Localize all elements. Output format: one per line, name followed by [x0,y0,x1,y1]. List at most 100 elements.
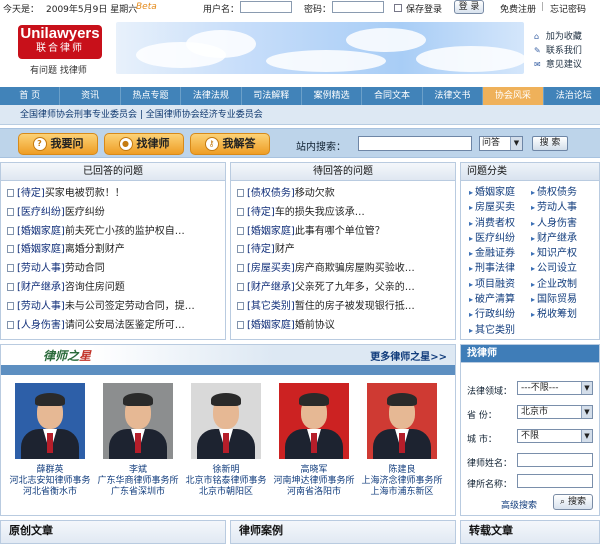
nav-contracts[interactable]: 合同文本 [362,87,423,105]
answer-button[interactable]: ⚷ 我解答 [190,133,270,155]
list-item[interactable]: [财产继承]咨询住房问题 [7,279,225,298]
advanced-search-link[interactable]: 高级搜索 [501,498,537,511]
original-articles-header[interactable]: 原创文章 [0,520,226,544]
doc-icon [7,264,14,273]
list-item[interactable]: [婚姻家庭]此事有哪个单位管？ [237,223,455,242]
subnav-link-criminal[interactable]: 全国律师协会刑事专业委员会 [20,110,137,120]
remember-checkbox[interactable] [394,4,402,12]
nav-laws[interactable]: 法律法规 [181,87,242,105]
remember-label: 保存登录 [406,5,443,15]
stars-header: 律师之星 更多律师之星>> [1,345,455,365]
firm-name-input[interactable] [517,474,593,488]
list-item[interactable]: [债权债务]移动欠款 [237,185,455,204]
field-label-name: 律师姓名： [467,459,513,469]
search-type-select[interactable]: 问答 ▼ [479,136,523,151]
forgot-password-link[interactable]: 忘记密码 [550,2,586,15]
law-area-select[interactable]: ---不限--- ▼ [517,381,593,395]
nav-home[interactable]: 首 页 [0,87,61,105]
nav-news[interactable]: 资讯 [60,87,121,105]
category-item[interactable]: ▸ 公司设立 [531,261,593,276]
category-item[interactable]: ▸ 刑事法律 [469,261,531,276]
list-item[interactable]: [待定]财产 [237,241,455,260]
field-label-city: 城 市： [467,435,497,445]
category-item[interactable]: ▸ 金融证券 [469,246,531,261]
quick-link-contact[interactable]: ✎ 联系我们 [534,44,582,58]
ask-button[interactable]: ? 我要问 [18,133,98,155]
subnav-link-economic[interactable]: 全国律师协会经济专业委员会 [146,110,263,120]
doc-icon [7,320,14,329]
current-date: 2009年5月9日 星期六 [46,5,138,15]
nav-judicial[interactable]: 司法解释 [242,87,302,105]
reprint-articles-header[interactable]: 转载文章 [460,520,600,544]
nav-cases[interactable]: 案例精选 [302,87,363,105]
lawyer-name-input[interactable] [517,453,593,467]
list-item[interactable]: [房屋买卖]房产商欺骗房屋购买验收… [237,260,455,279]
find-search-button[interactable]: ⌕ 搜索 [553,494,593,510]
list-item[interactable]: [待定]车的损失我应该承… [237,204,455,223]
logo-chinese: 联合律师 [36,43,84,54]
quick-link-feedback[interactable]: ✉ 意见建议 [534,58,582,72]
nav-documents[interactable]: 法律文书 [423,87,484,105]
list-item[interactable]: [劳动人事]未与公司签定劳动合同，提… [7,298,225,317]
lawyer-cases-header[interactable]: 律师案例 [230,520,456,544]
lawyer-photo [279,383,349,459]
list-item[interactable]: [医疗纠纷]医疗纠纷 [7,204,225,223]
password-input[interactable] [332,1,384,13]
list-item[interactable]: [待定]买家电被罚款！！ [7,185,225,204]
category-item[interactable]: ▸ 行政纠纷 [469,307,531,322]
category-item[interactable]: ▸ 国际贸易 [531,292,593,307]
lawyer-city: 河南省洛阳市 [286,487,341,497]
category-item[interactable]: ▸ 项目融资 [469,277,531,292]
category-item[interactable]: ▸ 消费者权 [469,216,531,231]
pending-questions-panel: 待回答的问题 [债权债务]移动欠款 [待定]车的损失我应该承… [婚姻家庭]此事… [230,162,456,340]
category-item[interactable]: ▸ 婚姻家庭 [469,185,531,200]
answered-title: 已回答的问题 [1,163,225,181]
search-input[interactable] [358,136,472,151]
list-item[interactable]: [财产继承]父亲死了九年多，父亲的… [237,279,455,298]
lawyer-card[interactable]: 李斌 广东华商律师事务所 广东省深圳市 [95,383,181,498]
bullet-icon: ▸ [531,203,536,213]
category-item[interactable]: ▸ 房屋买卖 [469,200,531,215]
more-stars-link[interactable]: 更多律师之星>> [370,348,447,363]
quick-link-bookmark[interactable]: ⌂ 加为收藏 [534,30,582,44]
category-item[interactable]: ▸ 财产继承 [531,231,593,246]
bullet-icon: ▸ [469,325,474,335]
list-item[interactable]: [婚姻家庭]婚前协议 [237,317,455,336]
list-item[interactable]: [人身伤害]请问公安局法医鉴定所可… [7,317,225,336]
category-item[interactable]: ▸ 债权债务 [531,185,593,200]
lawyer-card[interactable]: 陈建良 上海济念律师事务所 上海市浦东新区 [359,383,445,498]
contact-icon: ✎ [534,46,541,55]
lawyer-card[interactable]: 徐新明 北京市铭泰律师事务 北京市朝阳区 [183,383,269,498]
find-lawyer-button[interactable]: ● 找律师 [104,133,184,155]
city-select[interactable]: 不限 ▼ [517,429,593,443]
doc-icon [7,301,14,310]
username-input[interactable] [240,1,292,13]
category-item[interactable]: ▸ 知识产权 [531,246,593,261]
category-item[interactable]: ▸ 其它类别 [469,323,531,338]
category-item[interactable]: ▸ 劳动人事 [531,200,593,215]
categories-title: 问题分类 [461,163,599,181]
register-link[interactable]: 免费注册 [500,2,536,15]
login-button[interactable]: 登 录 [454,0,484,14]
list-item[interactable]: [其它类别]暂住的房子被发现银行抵… [237,298,455,317]
site-logo[interactable]: Unilawyers 联合律师 [18,25,102,59]
nav-forum[interactable]: 法治论坛 [544,87,600,105]
category-item[interactable]: ▸ 企业改制 [531,277,593,292]
lawyer-firm: 广东华商律师事务所 [97,476,179,486]
province-select[interactable]: 北京市 ▼ [517,405,593,419]
beta-badge: Beta [136,2,157,12]
nav-association[interactable]: 协会风采 [483,87,544,105]
list-item[interactable]: [婚姻家庭]离婚分割财产 [7,241,225,260]
lawyer-firm: 上海济念律师事务所 [361,476,443,486]
category-item[interactable]: ▸ 税收筹划 [531,307,593,322]
search-button[interactable]: 搜 索 [532,136,568,151]
category-item[interactable]: ▸ 人身伤害 [531,216,593,231]
list-item[interactable]: [劳动人事]劳动合同 [7,260,225,279]
lawyer-card[interactable]: 薛群英 河北志安知律师事务 河北省衡水市 [7,383,93,498]
nav-hot-topics[interactable]: 热点专题 [121,87,182,105]
lawyer-card[interactable]: 高晓军 河南坤达律师事务所 河南省洛阳市 [271,383,357,498]
category-item[interactable]: ▸ 医疗纠纷 [469,231,531,246]
category-item[interactable]: ▸ 破产清算 [469,292,531,307]
sky-banner [116,22,524,74]
list-item[interactable]: [婚姻家庭]前夫死亡小孩的监护权自… [7,223,225,242]
